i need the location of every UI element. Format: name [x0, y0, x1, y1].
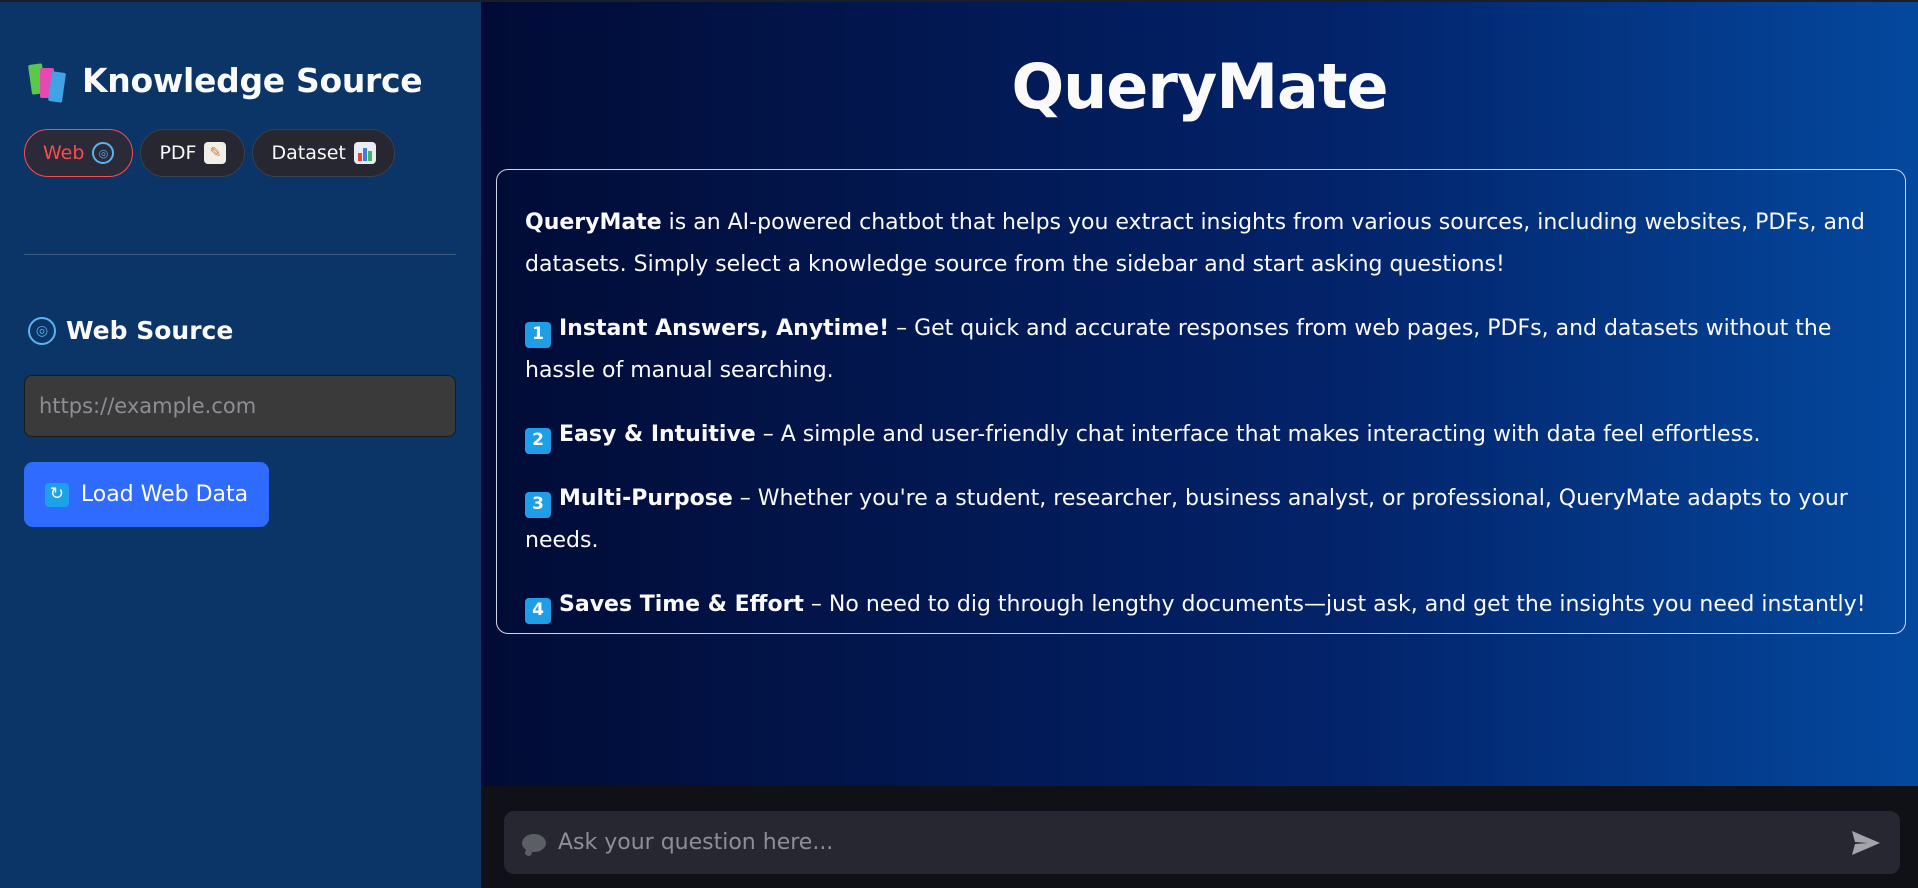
page-title: QueryMate — [1011, 50, 1388, 123]
load-button-label: Load Web Data — [80, 482, 249, 507]
source-option-label: PDF — [159, 142, 197, 164]
main-panel: QueryMate QueryMate is an AI-powered cha… — [481, 0, 1918, 888]
feature-title: Saves Time & Effort — [559, 592, 804, 617]
app-window: Knowledge Source Web ◎ PDF ✎ Dataset ◎ W… — [0, 0, 1918, 888]
chat-input[interactable] — [556, 829, 1850, 856]
globe-icon: ◎ — [28, 316, 56, 345]
feature-item: 3 Multi-Purpose – Whether you're a studen… — [525, 478, 1877, 562]
feature-text: – A simple and user-friendly chat interf… — [755, 422, 1761, 447]
chat-input-bar — [481, 786, 1918, 888]
url-input[interactable] — [24, 375, 456, 437]
feature-text: – No need to dig through lengthy documen… — [803, 592, 1866, 617]
books-icon — [27, 60, 68, 103]
source-option-web[interactable]: Web ◎ — [24, 129, 134, 177]
window-top-edge — [0, 0, 1918, 2]
sidebar: Knowledge Source Web ◎ PDF ✎ Dataset ◎ W… — [0, 0, 481, 888]
feature-item: 2 Easy & Intuitive – A simple and user-fr… — [525, 414, 1877, 456]
source-option-label: Dataset — [271, 142, 346, 164]
sidebar-title: Knowledge Source — [27, 60, 423, 103]
bar-chart-icon — [353, 142, 376, 164]
feature-item: 1 Instant Answers, Anytime! – Get quick a… — [525, 308, 1877, 392]
globe-icon: ◎ — [92, 142, 115, 164]
sidebar-title-text: Knowledge Source — [82, 60, 423, 100]
feature-item: 4 Saves Time & Effort – No need to dig th… — [525, 584, 1877, 626]
feature-title: Instant Answers, Anytime! — [559, 316, 890, 341]
number-badge-icon: 4 — [525, 597, 551, 624]
feature-title: Multi-Purpose — [559, 486, 733, 511]
memo-icon: ✎ — [204, 142, 227, 164]
sidebar-divider — [24, 254, 456, 255]
number-badge-icon: 2 — [525, 427, 551, 454]
refresh-icon: ↻ — [44, 482, 69, 507]
source-option-label: Web — [43, 142, 85, 164]
section-heading: ◎ Web Source — [28, 316, 233, 345]
number-badge-icon: 3 — [525, 491, 551, 518]
send-icon[interactable] — [1850, 829, 1882, 857]
intro-brand: QueryMate — [525, 210, 662, 235]
load-web-data-button[interactable]: ↻ Load Web Data — [24, 462, 269, 527]
source-selector: Web ◎ PDF ✎ Dataset — [24, 129, 395, 177]
chat-input-container — [504, 811, 1900, 874]
section-heading-text: Web Source — [66, 316, 234, 345]
number-badge-icon: 1 — [525, 321, 551, 348]
source-option-dataset[interactable]: Dataset — [252, 129, 395, 177]
feature-title: Easy & Intuitive — [559, 422, 756, 447]
intro-text: is an AI-powered chatbot that helps you … — [525, 210, 1865, 277]
intro-paragraph: QueryMate is an AI-powered chatbot that … — [525, 202, 1877, 286]
info-card: QueryMate is an AI-powered chatbot that … — [496, 169, 1906, 634]
source-option-pdf[interactable]: PDF ✎ — [140, 129, 246, 177]
speech-bubble-icon — [522, 833, 546, 856]
